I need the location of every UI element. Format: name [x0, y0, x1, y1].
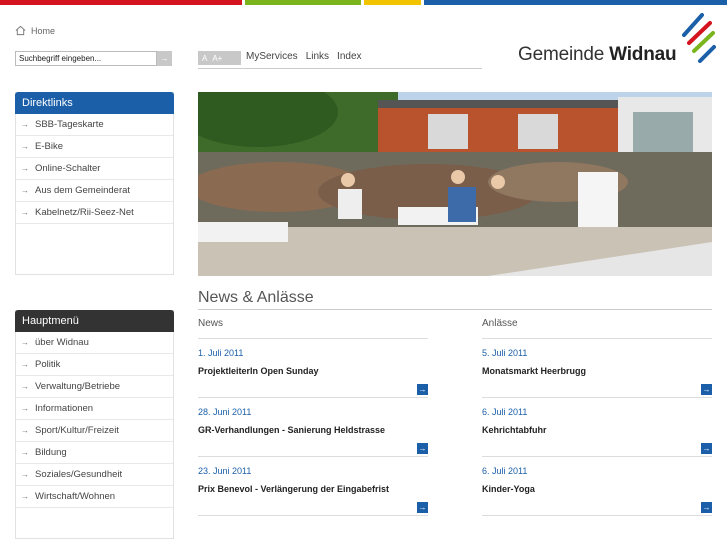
logo-text: Gemeinde Widnau	[518, 44, 677, 66]
event-title[interactable]: Monatsmarkt Heerbrugg	[482, 366, 586, 376]
event-title[interactable]: Kinder-Yoga	[482, 484, 535, 494]
item-label: SBB-Tageskarte	[35, 119, 104, 130]
event-item: 6. Juli 2011 Kinder-Yoga →	[482, 457, 712, 516]
direktlink-sbb[interactable]: → SBB-Tageskarte	[16, 114, 173, 136]
search-input[interactable]	[15, 51, 157, 66]
arrow-right-icon: →	[21, 382, 29, 391]
arrow-right-icon: →	[21, 338, 29, 347]
hauptmenu-box: Hauptmenü → über Widnau → Politik → Verwalt…	[15, 310, 174, 539]
arrow-right-icon: →	[160, 54, 169, 63]
font-larger-button[interactable]: A+	[212, 54, 222, 63]
arrow-right-icon[interactable]: →	[701, 502, 712, 513]
top-navigation: MyServices Links Index	[246, 51, 362, 62]
nav-myservices[interactable]: MyServices	[246, 51, 298, 62]
green-bar	[244, 0, 361, 5]
menu-verwaltung[interactable]: → Verwaltung/Betriebe	[16, 376, 173, 398]
news-column: News 1. Juli 2011 ProjektleiterIn Open S…	[198, 318, 428, 516]
arrow-right-icon[interactable]: →	[701, 443, 712, 454]
event-date: 6. Juli 2011	[482, 466, 528, 476]
blue-bar	[424, 0, 727, 5]
item-label: Aus dem Gemeinderat	[35, 185, 131, 196]
news-header: News	[198, 318, 428, 339]
arrow-right-icon: →	[21, 404, 29, 413]
hero-image	[198, 92, 712, 276]
arrow-right-icon[interactable]: →	[417, 384, 428, 395]
divider	[198, 68, 482, 69]
search-form: →	[15, 51, 172, 66]
arrow-right-icon[interactable]: →	[417, 502, 428, 513]
news-date: 1. Juli 2011	[198, 348, 244, 358]
menu-ueber-widnau[interactable]: → über Widnau	[16, 332, 173, 354]
arrow-right-icon: →	[21, 186, 29, 195]
font-size-control: A A+	[198, 51, 241, 65]
arrow-right-icon[interactable]: →	[417, 443, 428, 454]
arrow-right-icon: →	[21, 208, 29, 217]
anlaesse-header: Anlässe	[482, 318, 712, 339]
news-title[interactable]: Prix Benevol - Verlängerung der Eingabef…	[198, 484, 389, 494]
item-label: Kabelnetz/Rii-Seez-Net	[35, 207, 134, 218]
arrow-right-icon: →	[21, 164, 29, 173]
event-item: 6. Juli 2011 Kehrichtabfuhr →	[482, 398, 712, 457]
divider	[198, 309, 712, 310]
item-label: Bildung	[35, 447, 67, 458]
item-label: Politik	[35, 359, 61, 370]
breadcrumb[interactable]: Home	[15, 25, 55, 36]
arrow-right-icon: →	[21, 360, 29, 369]
logo-text-bold: Widnau	[609, 44, 677, 65]
logo-stripes-icon	[682, 13, 716, 63]
home-link[interactable]: Home	[31, 26, 55, 36]
top-color-bars	[0, 0, 727, 5]
home-icon	[15, 25, 26, 36]
direktlinks-title: Direktlinks	[15, 92, 174, 114]
menu-politik[interactable]: → Politik	[16, 354, 173, 376]
item-label: über Widnau	[35, 337, 89, 348]
red-bar	[0, 0, 242, 5]
event-date: 6. Juli 2011	[482, 407, 528, 417]
hauptmenu-title: Hauptmenü	[15, 310, 174, 332]
arrow-right-icon: →	[21, 492, 29, 501]
arrow-right-icon: →	[21, 470, 29, 479]
direktlink-kabelnetz[interactable]: → Kabelnetz/Rii-Seez-Net	[16, 202, 173, 224]
news-title[interactable]: GR-Verhandlungen - Sanierung Heldstrasse	[198, 425, 385, 435]
news-item: 28. Juni 2011 GR-Verhandlungen - Sanieru…	[198, 398, 428, 457]
anlaesse-column: Anlässe 5. Juli 2011 Monatsmarkt Heerbru…	[482, 318, 712, 516]
item-label: Informationen	[35, 403, 94, 414]
nav-links[interactable]: Links	[306, 51, 329, 62]
direktlink-gemeinderat[interactable]: → Aus dem Gemeinderat	[16, 180, 173, 202]
logo[interactable]: Gemeinde Widnau	[518, 13, 718, 69]
arrow-right-icon: →	[21, 426, 29, 435]
news-item: 23. Juni 2011 Prix Benevol - Verlängerun…	[198, 457, 428, 516]
menu-informationen[interactable]: → Informationen	[16, 398, 173, 420]
news-item: 1. Juli 2011 ProjektleiterIn Open Sunday…	[198, 339, 428, 398]
item-label: Online-Schalter	[35, 163, 101, 174]
direktlink-online-schalter[interactable]: → Online-Schalter	[16, 158, 173, 180]
news-section-title: News & Anlässe	[198, 289, 314, 306]
nav-index[interactable]: Index	[337, 51, 361, 62]
news-date: 23. Juni 2011	[198, 466, 252, 476]
logo-text-regular: Gemeinde	[518, 44, 605, 65]
font-smaller-button[interactable]: A	[202, 54, 207, 63]
direktlink-ebike[interactable]: → E-Bike	[16, 136, 173, 158]
search-submit-button[interactable]: →	[157, 51, 172, 66]
arrow-right-icon: →	[21, 448, 29, 457]
news-title[interactable]: ProjektleiterIn Open Sunday	[198, 366, 319, 376]
arrow-right-icon: →	[21, 142, 29, 151]
arrow-right-icon: →	[21, 120, 29, 129]
item-label: Sport/Kultur/Freizeit	[35, 425, 119, 436]
item-label: Verwaltung/Betriebe	[35, 381, 121, 392]
menu-soziales[interactable]: → Soziales/Gesundheit	[16, 464, 173, 486]
event-title[interactable]: Kehrichtabfuhr	[482, 425, 547, 435]
news-date: 28. Juni 2011	[198, 407, 252, 417]
menu-sport-kultur[interactable]: → Sport/Kultur/Freizeit	[16, 420, 173, 442]
item-label: Soziales/Gesundheit	[35, 469, 123, 480]
menu-bildung[interactable]: → Bildung	[16, 442, 173, 464]
menu-wirtschaft[interactable]: → Wirtschaft/Wohnen	[16, 486, 173, 508]
direktlinks-box: Direktlinks → SBB-Tageskarte → E-Bike → Onl…	[15, 92, 174, 275]
item-label: Wirtschaft/Wohnen	[35, 491, 116, 502]
event-item: 5. Juli 2011 Monatsmarkt Heerbrugg →	[482, 339, 712, 398]
event-date: 5. Juli 2011	[482, 348, 528, 358]
item-label: E-Bike	[35, 141, 63, 152]
arrow-right-icon[interactable]: →	[701, 384, 712, 395]
yellow-bar	[363, 0, 422, 5]
